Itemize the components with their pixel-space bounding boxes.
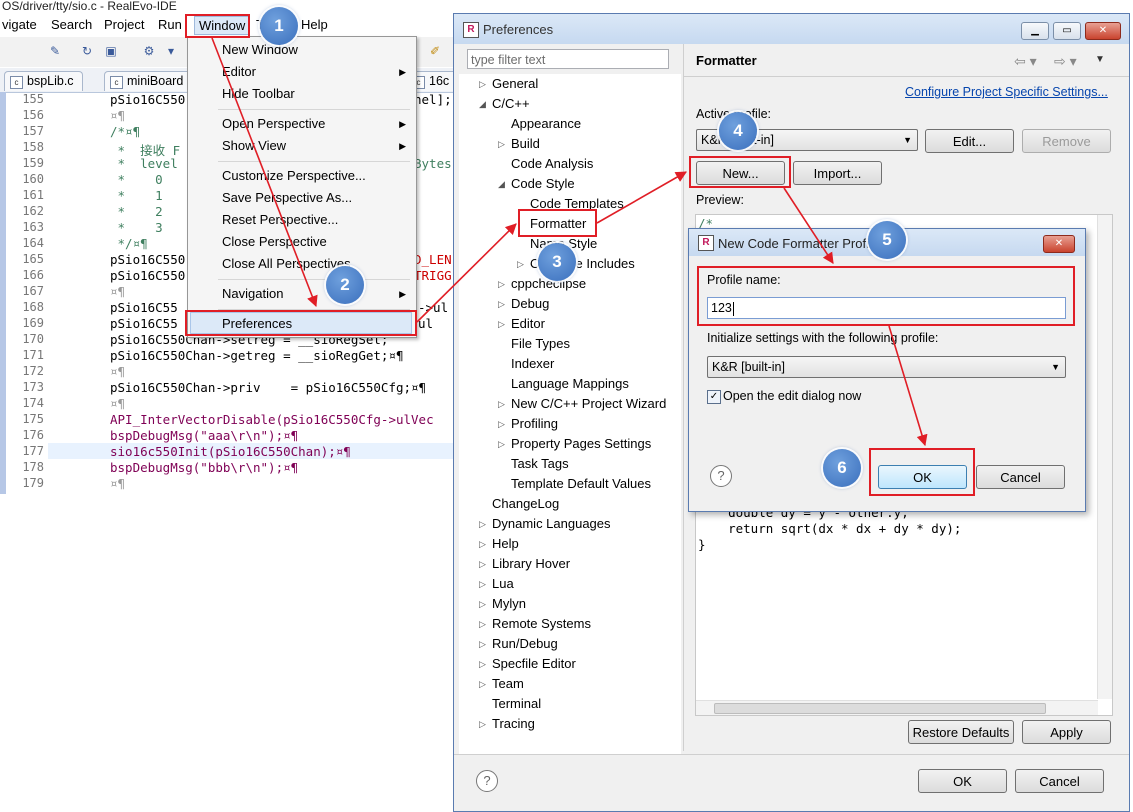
step-badge-5: 5 xyxy=(868,221,906,259)
step-badge-4: 4 xyxy=(719,112,757,150)
annotation-arrows xyxy=(211,37,928,447)
step-badge-2: 2 xyxy=(326,266,364,304)
arrow-name-to-ok xyxy=(888,325,928,447)
step-badge-1: 1 xyxy=(260,7,298,45)
step-badge-6: 6 xyxy=(823,449,861,487)
step-badge-3: 3 xyxy=(538,243,576,281)
arrow-new-to-dialog xyxy=(783,187,834,264)
arrow-preferences-to-formatter xyxy=(416,223,517,323)
arrow-formatter-to-new xyxy=(596,171,687,224)
arrow-window-to-preferences xyxy=(211,37,318,308)
